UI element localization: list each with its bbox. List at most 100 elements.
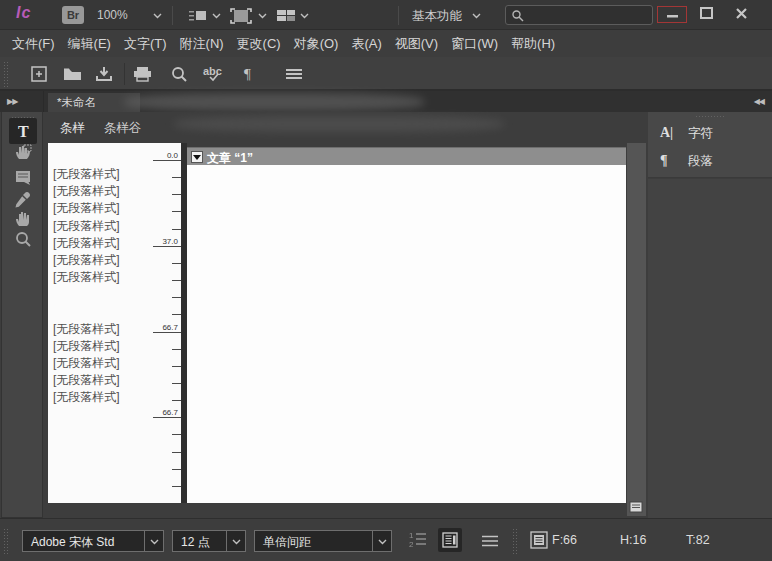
zoom-level-value[interactable]: 100% [97, 8, 128, 22]
story-title: 文章 “1” [207, 150, 253, 167]
paragraph-style-row[interactable]: [无段落样式] [53, 183, 120, 200]
workspace-switcher[interactable]: 基本功能 [412, 8, 462, 25]
menu-item-4[interactable]: 更改(C) [237, 35, 281, 53]
frame-view-icon[interactable] [230, 8, 252, 24]
paragraph-style-row[interactable]: [无段落样式] [53, 200, 120, 217]
show-hidden-characters-icon[interactable]: ¶ [242, 65, 262, 83]
menu-item-8[interactable]: 窗口(W) [451, 35, 498, 53]
chevron-down-icon[interactable] [212, 11, 221, 20]
window-layout-icon[interactable] [276, 8, 296, 23]
collapse-story-icon[interactable] [191, 151, 203, 163]
menu-item-0[interactable]: 文件(F) [12, 35, 55, 53]
toolbar-menu-icon[interactable] [284, 65, 304, 83]
status-bar: Adobe 宋体 Std 12 点 单倍间距 12 [0, 518, 772, 561]
print-icon[interactable] [132, 65, 152, 83]
font-family-select[interactable]: Adobe 宋体 Std [22, 530, 164, 552]
paragraph-style-row[interactable]: [无段落样式] [53, 372, 120, 389]
ruler-number: 66.7 [162, 408, 178, 417]
new-document-icon[interactable] [30, 65, 50, 83]
chevron-down-icon[interactable] [472, 11, 481, 20]
page-view-icon[interactable] [629, 501, 643, 513]
paragraph-style-row[interactable]: [无段落样式] [53, 338, 120, 355]
line-numbers-icon[interactable]: 12 [408, 529, 428, 549]
search-input[interactable] [505, 5, 653, 25]
character-panel-button[interactable]: A| 字符 [660, 120, 713, 146]
menu-item-9[interactable]: 帮助(H) [511, 35, 555, 53]
menu-item-6[interactable]: 表(A) [351, 35, 381, 53]
note-tool[interactable] [9, 166, 37, 188]
zoom-tool[interactable] [9, 228, 37, 250]
screenshot-smudge [124, 93, 424, 111]
paragraph-style-row[interactable]: [无段落样式] [53, 252, 120, 269]
ruler-tick [172, 452, 181, 453]
chevron-down-icon[interactable] [144, 531, 163, 551]
ruler-tick [172, 211, 181, 212]
menu-item-7[interactable]: 视图(V) [395, 35, 438, 53]
paragraph-style-row[interactable]: [无段落样式] [53, 389, 120, 406]
leading-select[interactable]: 单倍间距 [254, 530, 392, 552]
ruler-tick [172, 366, 181, 367]
ruler-number-line [153, 246, 181, 247]
galley-info-column: [无段落样式][无段落样式][无段落样式][无段落样式][无段落样式][无段落样… [48, 143, 181, 503]
story-editor-area[interactable]: 文章 “1” [187, 147, 626, 503]
dock-header[interactable]: ◀◀ [648, 91, 772, 112]
menu-item-5[interactable]: 对象(O) [294, 35, 339, 53]
expand-panel-icon[interactable]: ▶▶ [7, 97, 17, 106]
svg-text:1: 1 [409, 531, 414, 540]
statusbar-grip[interactable] [3, 528, 8, 554]
galley-view-icon[interactable] [438, 528, 462, 552]
height-count: H:16 [620, 533, 646, 547]
tab-story[interactable]: 条样谷 [104, 120, 142, 137]
spellcheck-icon[interactable]: abc [202, 65, 228, 83]
ruler-number: 0.0 [167, 151, 178, 160]
menu-item-2[interactable]: 文字(T) [124, 35, 167, 53]
save-icon[interactable] [94, 65, 114, 83]
chevron-down-icon[interactable] [226, 531, 245, 551]
paragraph-style-row[interactable]: [无段落样式] [53, 321, 120, 338]
toolbar-separator [124, 63, 125, 85]
note-grabber-tool[interactable] [9, 141, 37, 163]
paragraph-style-row[interactable]: [无段落样式] [53, 235, 120, 252]
status-menu-icon[interactable] [480, 534, 500, 548]
chevron-down-icon[interactable] [258, 11, 267, 20]
tool-panel-header[interactable]: ▶▶ [0, 91, 44, 112]
menu-item-3[interactable]: 附注(N) [180, 35, 224, 53]
chevron-down-icon[interactable] [372, 531, 391, 551]
minimize-button[interactable] [657, 6, 687, 23]
view-options-icon[interactable] [188, 8, 208, 23]
paragraph-style-row[interactable]: [无段落样式] [53, 269, 120, 286]
font-size-select[interactable]: 12 点 [172, 530, 246, 552]
maximize-button[interactable] [692, 6, 722, 23]
ruler-number-line [153, 417, 181, 418]
eyedropper-tool[interactable] [9, 188, 37, 210]
paragraph-style-row[interactable]: [无段落样式] [53, 355, 120, 372]
open-folder-icon[interactable] [62, 65, 82, 83]
paragraph-panel-button[interactable]: ¶ 段落 [660, 148, 713, 174]
status-grip[interactable] [512, 528, 517, 554]
text-count-icon[interactable] [530, 531, 548, 549]
ruler-tick [172, 314, 181, 315]
hand-tool[interactable] [9, 208, 37, 230]
ruler-tick [172, 263, 181, 264]
paragraph-style-row[interactable]: [无段落样式] [53, 166, 120, 183]
search-icon [511, 9, 524, 22]
find-icon[interactable] [170, 65, 190, 83]
menu-item-1[interactable]: 编辑(E) [68, 35, 111, 53]
panel-grip[interactable] [695, 115, 725, 119]
tab-galley[interactable]: 条样 [60, 120, 85, 137]
close-button[interactable] [727, 6, 757, 23]
chevron-down-icon[interactable] [300, 11, 309, 20]
ruler-tick [172, 297, 181, 298]
paragraph-style-row[interactable]: [无段落样式] [53, 218, 120, 235]
ruler-number: 37.0 [162, 237, 178, 246]
footnote-count: F:66 [552, 533, 577, 547]
collapse-dock-icon[interactable]: ◀◀ [754, 97, 764, 106]
toolbar-grip[interactable] [3, 61, 8, 87]
editor-right-strip [627, 143, 646, 516]
svg-text:2: 2 [409, 540, 414, 549]
story-header-bar: 文章 “1” [187, 147, 626, 165]
ruler-number-line [153, 160, 181, 161]
bridge-button[interactable]: Br [62, 6, 84, 24]
paragraph-icon: ¶ [660, 153, 682, 169]
chevron-down-icon[interactable] [153, 11, 162, 20]
